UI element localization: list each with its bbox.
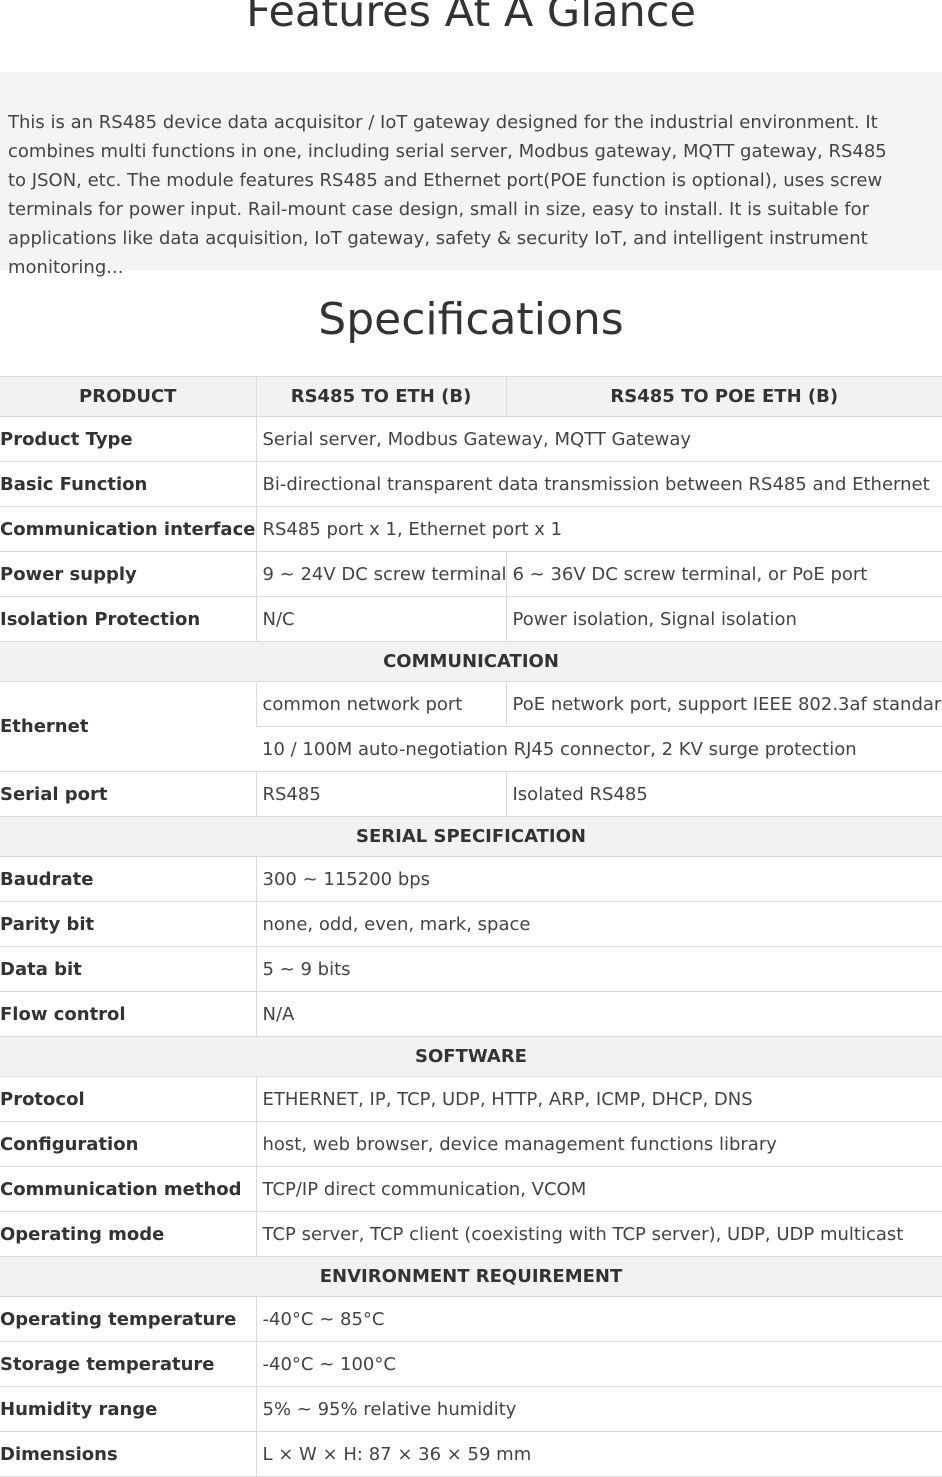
table-row: Protocol ETHERNET, IP, TCP, UDP, HTTP, A… (0, 1076, 942, 1122)
row-value-eth: N/C (255, 596, 506, 642)
row-label: Flow control (0, 991, 256, 1037)
section-row-environment: ENVIRONMENT REQUIREMENT (0, 1256, 942, 1297)
row-value: N/A (255, 991, 942, 1037)
row-label: Operating mode (0, 1211, 256, 1257)
row-label: Basic Function (0, 461, 256, 507)
intro-panel: This is an RS485 device data acquisitor … (0, 72, 942, 278)
section-heading: COMMUNICATION (0, 641, 942, 682)
table-header-row: PRODUCT RS485 TO ETH (B) RS485 TO POE ET… (0, 376, 942, 417)
table-row: Communication interface RS485 port x 1, … (0, 506, 942, 552)
table-row: Power supply 9 ~ 24V DC screw terminal 6… (0, 551, 942, 597)
row-label: Product Type (0, 416, 256, 462)
row-label: Communication method (0, 1166, 256, 1212)
row-value: 300 ~ 115200 bps (255, 856, 942, 902)
row-label: Serial port (0, 771, 256, 817)
section-heading: SERIAL SPECIFICATION (0, 816, 942, 857)
table-row: Storage temperature -40°C ~ 100°C (0, 1341, 942, 1387)
row-value: ETHERNET, IP, TCP, UDP, HTTP, ARP, ICMP,… (255, 1076, 942, 1122)
specifications-table: PRODUCT RS485 TO ETH (B) RS485 TO POE ET… (0, 376, 942, 1477)
row-label: Humidity range (0, 1386, 256, 1432)
row-value-poe: PoE network port, support IEEE 802.3af s… (505, 681, 942, 727)
features-title: Features At A Glance (246, 0, 696, 37)
header-product: PRODUCT (0, 376, 256, 417)
table-row: Product Type Serial server, Modbus Gatew… (0, 416, 942, 462)
row-value-eth: RS485 (255, 771, 506, 817)
row-value: host, web browser, device management fun… (255, 1121, 942, 1167)
row-value: -40°C ~ 85°C (255, 1296, 942, 1342)
table-row: Baudrate 300 ~ 115200 bps (0, 856, 942, 902)
row-label: Protocol (0, 1076, 256, 1122)
row-value: 10 / 100M auto-negotiation RJ45 connecto… (256, 726, 942, 772)
row-value: 5 ~ 9 bits (255, 946, 942, 992)
row-value: TCP server, TCP client (coexisting with … (255, 1211, 942, 1257)
row-value-poe: Power isolation, Signal isolation (505, 596, 942, 642)
section-heading: ENVIRONMENT REQUIREMENT (0, 1256, 942, 1297)
row-label: Power supply (0, 551, 256, 597)
table-row: Basic Function Bi-directional transparen… (0, 461, 942, 507)
section-heading: SOFTWARE (0, 1036, 942, 1077)
header-rs485-eth: RS485 TO ETH (B) (255, 376, 506, 417)
table-row: Configuration host, web browser, device … (0, 1121, 942, 1167)
table-row: Isolation Protection N/C Power isolation… (0, 596, 942, 642)
row-value: Bi-directional transparent data transmis… (255, 461, 942, 507)
row-label: Storage temperature (0, 1341, 256, 1387)
table-row: Serial port RS485 Isolated RS485 (0, 771, 942, 817)
section-row-serial: SERIAL SPECIFICATION (0, 816, 942, 857)
row-value-eth: common network port (255, 681, 506, 727)
row-value: TCP/IP direct communication, VCOM (255, 1166, 942, 1212)
table-row: Communication method TCP/IP direct commu… (0, 1166, 942, 1212)
row-value: RS485 port x 1, Ethernet port x 1 (255, 506, 942, 552)
table-row: Operating mode TCP server, TCP client (c… (0, 1211, 942, 1257)
row-value-eth: 9 ~ 24V DC screw terminal (255, 551, 506, 597)
row-value-poe: 6 ~ 36V DC screw terminal, or PoE port (505, 551, 942, 597)
row-label: Isolation Protection (0, 596, 256, 642)
header-rs485-poe-eth: RS485 TO POE ETH (B) (505, 376, 942, 417)
table-row: Data bit 5 ~ 9 bits (0, 946, 942, 992)
row-label: Parity bit (0, 901, 256, 947)
row-label: Baudrate (0, 856, 256, 902)
row-label: Data bit (0, 946, 256, 992)
specifications-title: Specifications (318, 294, 624, 345)
row-value: none, odd, even, mark, space (255, 901, 942, 947)
row-label: Operating temperature (0, 1296, 256, 1342)
table-row: Humidity range 5% ~ 95% relative humidit… (0, 1386, 942, 1432)
row-value: -40°C ~ 100°C (255, 1341, 942, 1387)
row-value-poe: Isolated RS485 (505, 771, 942, 817)
table-row: Parity bit none, odd, even, mark, space (0, 901, 942, 947)
section-row-software: SOFTWARE (0, 1036, 942, 1077)
row-label: Communication interface (0, 506, 256, 552)
table-row: Operating temperature -40°C ~ 85°C (0, 1296, 942, 1342)
row-label: Ethernet (0, 681, 256, 772)
table-row: Ethernet common network port PoE network… (0, 681, 942, 772)
table-row: Flow control N/A (0, 991, 942, 1037)
row-label: Configuration (0, 1121, 256, 1167)
row-value: 5% ~ 95% relative humidity (255, 1386, 942, 1432)
section-row-communication: COMMUNICATION (0, 641, 942, 682)
intro-text: This is an RS485 device data acquisitor … (8, 112, 887, 278)
row-value: Serial server, Modbus Gateway, MQTT Gate… (255, 416, 942, 462)
